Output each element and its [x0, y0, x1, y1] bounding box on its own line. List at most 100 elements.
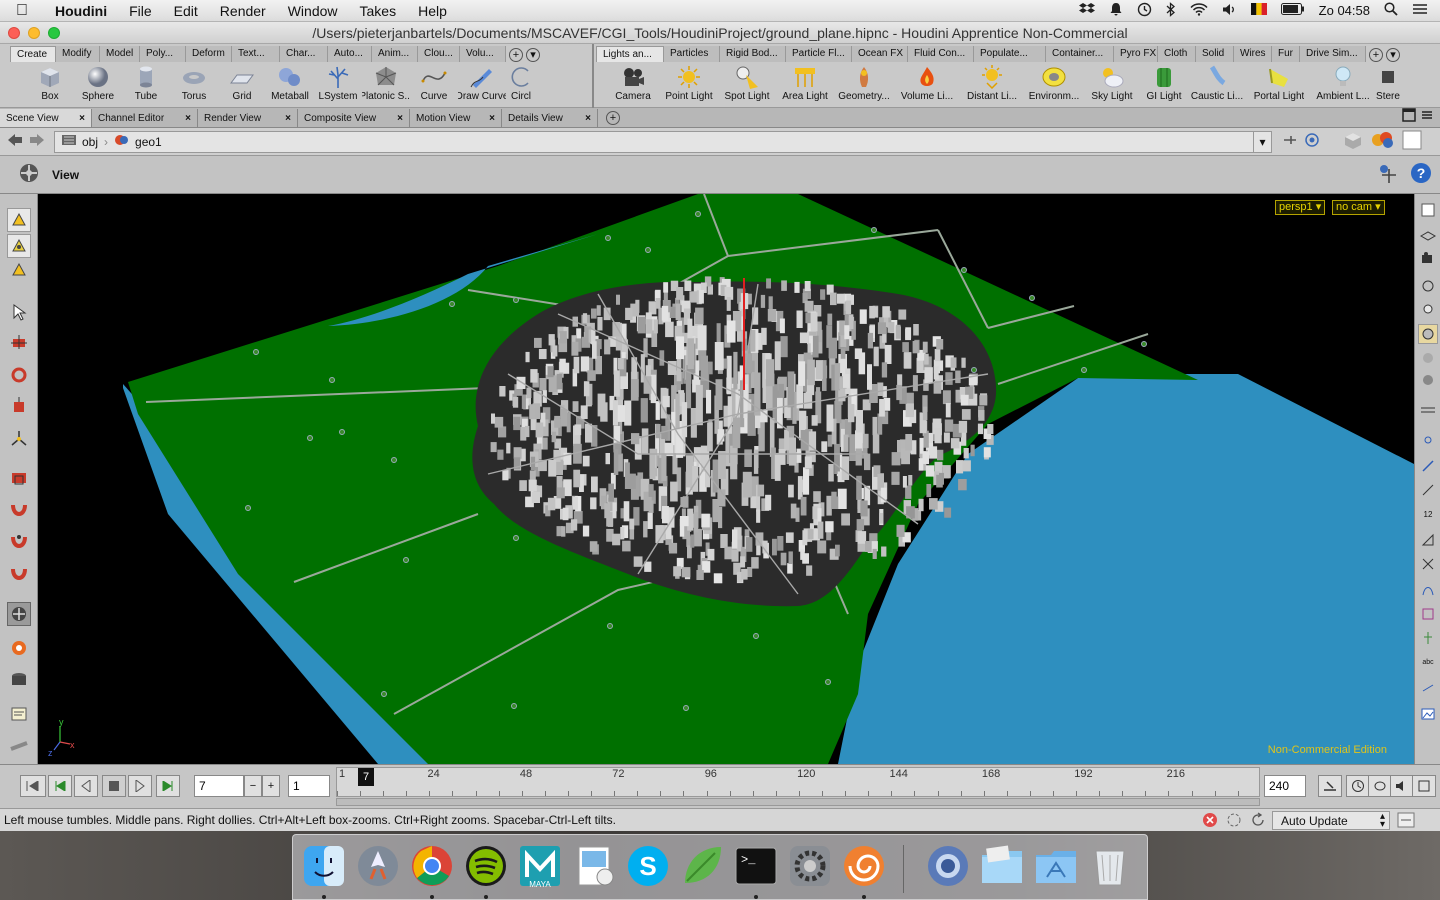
shelf-divider[interactable] [592, 44, 594, 108]
tool-sphere[interactable]: Sphere [74, 64, 122, 102]
menu-window[interactable]: Window [277, 3, 349, 19]
tab-motion-view[interactable]: Motion View × [410, 109, 502, 127]
shelf-tab-modify[interactable]: Modify [56, 46, 100, 62]
tool-point-light[interactable]: Point Light [660, 64, 718, 102]
shelf-tab-characters[interactable]: Char... [280, 46, 328, 62]
tab-composite-view[interactable]: Composite View × [298, 109, 410, 127]
end-frame-field[interactable] [1264, 775, 1306, 797]
lights-icon[interactable] [1418, 300, 1438, 320]
step-back-key-button[interactable] [48, 775, 72, 797]
shelf-tab-create[interactable]: Create [10, 46, 56, 62]
shelf-tab-lights[interactable]: Lights an... [596, 46, 664, 62]
bluetooth-icon[interactable] [1166, 1, 1176, 20]
update-mode-select[interactable]: Auto Update ▴ ▾ [1272, 811, 1390, 830]
shading-flat-icon[interactable] [1418, 370, 1438, 390]
frame-decrement-button[interactable]: − [244, 775, 262, 797]
shelf-tab-ocean-fx[interactable]: Ocean FX [852, 46, 908, 62]
material-palette-icon[interactable] [1370, 130, 1396, 153]
uv-display-icon[interactable] [1418, 554, 1438, 574]
tool-tube[interactable]: Tube [122, 64, 170, 102]
menu-app-name[interactable]: Houdini [44, 3, 118, 19]
tab-scene-view[interactable]: Scene View × [0, 109, 92, 127]
prim-display-icon[interactable] [1418, 530, 1438, 550]
grid-display-icon[interactable] [1418, 604, 1438, 624]
shelf-tab-volume[interactable]: Volu... [460, 46, 506, 62]
back-arrow-icon[interactable] [4, 132, 26, 152]
loop-icon[interactable] [1368, 775, 1392, 797]
shelf-tab-wires[interactable]: Wires [1234, 46, 1272, 62]
menu-render[interactable]: Render [209, 3, 277, 19]
point-display-icon[interactable] [1418, 430, 1438, 450]
shelf-tab-populate[interactable]: Populate... [974, 46, 1046, 62]
shelf-tab-clouds[interactable]: Clou... [418, 46, 460, 62]
select-arrow-icon[interactable] [7, 300, 31, 324]
close-tab-icon[interactable]: × [585, 113, 591, 124]
shading-wire-icon[interactable] [1418, 348, 1438, 368]
evernote-icon[interactable] [677, 841, 727, 891]
window-zoom-button[interactable] [48, 27, 60, 39]
maximize-pane-icon[interactable] [1402, 108, 1416, 125]
no-cam-menu[interactable]: no cam ▾ [1332, 200, 1385, 215]
text-label-icon[interactable]: abc [1418, 652, 1438, 672]
tool-portal-light[interactable]: Portal Light [1246, 64, 1312, 102]
add-shelf-tab-right-icon[interactable]: + [1369, 48, 1383, 62]
tool-metaball[interactable]: Metaball [266, 64, 314, 102]
notification-bell-icon[interactable] [1109, 2, 1123, 19]
shelf-tab-poly[interactable]: Poly... [140, 46, 186, 62]
selection-mode-geometry-icon[interactable] [7, 234, 31, 258]
link-target-icon[interactable] [1304, 132, 1320, 151]
timeline-ruler[interactable]: 1 24 48 72 96 120 144 168 192 216 7 [336, 767, 1260, 797]
camera-view-icon[interactable] [1418, 248, 1438, 268]
shelf-tab-deform[interactable]: Deform [186, 46, 232, 62]
link-display-icon[interactable] [1418, 678, 1438, 698]
apple-menu-icon[interactable]:  [0, 2, 44, 20]
play-reverse-button[interactable] [74, 775, 98, 797]
tool-camera[interactable]: Camera [606, 64, 660, 102]
tool-sky-light[interactable]: Sky Light [1084, 64, 1140, 102]
close-tab-icon[interactable]: × [285, 113, 291, 124]
pin-icon[interactable] [1282, 133, 1298, 150]
close-tab-icon[interactable]: × [489, 113, 495, 124]
current-frame-field[interactable] [194, 775, 244, 797]
breadcrumb-geo1[interactable]: geo1 [108, 133, 168, 150]
pose-tool-icon[interactable] [7, 466, 31, 490]
tool-area-light[interactable]: Area Light [776, 64, 834, 102]
folder-icon[interactable] [977, 841, 1027, 891]
play-forward-button[interactable] [128, 775, 152, 797]
shelf-tab-model[interactable]: Model [100, 46, 140, 62]
shelf-tab-container-tools[interactable]: Container... [1046, 46, 1114, 62]
timeline-range-slider[interactable] [336, 798, 1260, 806]
tool-ambient-light[interactable]: Ambient L... [1312, 64, 1374, 102]
tool-geometry-light[interactable]: Geometry... [834, 64, 894, 102]
step-forward-key-button[interactable] [156, 775, 180, 797]
layers-icon[interactable] [1418, 226, 1438, 246]
tool-platonic[interactable]: Platonic S... [362, 64, 410, 102]
trash-icon[interactable] [1085, 841, 1135, 891]
selection-mode-objects-icon[interactable] [7, 208, 31, 232]
shelf-tab-fluid-containers[interactable]: Fluid Con... [908, 46, 974, 62]
tool-torus[interactable]: Torus [170, 64, 218, 102]
chrome-canary-icon[interactable] [923, 841, 973, 891]
tool-curve[interactable]: Curve [410, 64, 458, 102]
scene-viewport[interactable]: y x z persp1 ▾ no cam ▾ Non-Commercial E… [38, 194, 1414, 764]
display-options-icon[interactable] [1418, 200, 1438, 220]
tool-caustic-light[interactable]: Caustic Li... [1188, 64, 1246, 102]
volume-icon[interactable] [1222, 3, 1237, 19]
window-close-button[interactable] [8, 27, 20, 39]
jump-to-start-button[interactable] [20, 775, 46, 797]
blank-swatch-icon[interactable] [1402, 130, 1422, 153]
tool-draw-curve[interactable]: Draw Curve [458, 64, 506, 102]
pane-menu-icon[interactable] [1420, 108, 1434, 125]
breadcrumb-obj[interactable]: obj [55, 133, 104, 150]
normal-display-icon[interactable] [1418, 456, 1438, 476]
skype-icon[interactable]: S [623, 841, 673, 891]
window-minimize-button[interactable] [28, 27, 40, 39]
notes-tool-icon[interactable] [7, 702, 31, 726]
time-machine-icon[interactable] [1137, 2, 1152, 20]
magnet-tool-icon[interactable] [7, 498, 31, 522]
finder-icon[interactable] [299, 841, 349, 891]
shelf-tab-animation[interactable]: Anim... [372, 46, 418, 62]
shelf-tab-particles[interactable]: Particles [664, 46, 720, 62]
frame-increment-button[interactable]: + [262, 775, 280, 797]
add-pane-tab-icon[interactable]: + [606, 111, 620, 125]
